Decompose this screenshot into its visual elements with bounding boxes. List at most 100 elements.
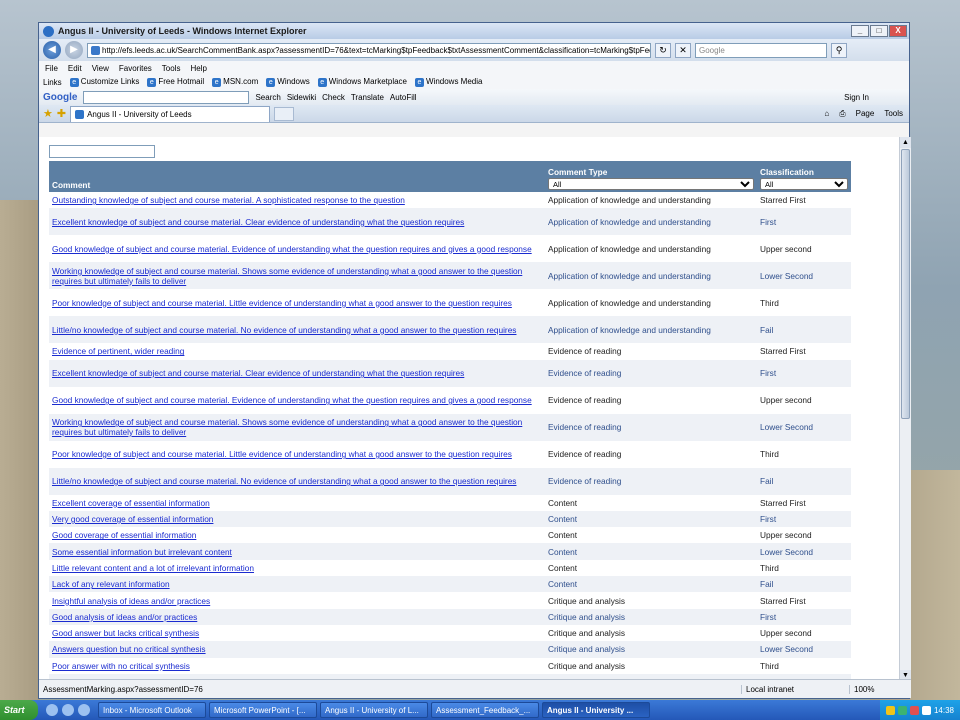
link-windows[interactable]: Windows [266,77,309,87]
comment-link[interactable]: Good knowledge of subject and course mat… [52,244,532,254]
menu-view[interactable]: View [92,64,109,73]
comment-cell: Outstanding knowledge of subject and cou… [49,192,545,209]
scroll-up-arrow[interactable]: ▲ [900,137,911,148]
back-button[interactable]: ◀ [43,41,61,59]
scroll-thumb[interactable] [901,149,910,419]
taskbar-button[interactable]: Microsoft PowerPoint - [... [209,702,317,718]
table-row: Good answer but lacks critical synthesis… [49,624,851,642]
check-button[interactable]: Check [322,93,345,102]
comment-link[interactable]: Insightful analysis of ideas and/or prac… [52,596,210,606]
address-bar[interactable]: http://efs.leeds.ac.uk/SearchCommentBank… [87,42,651,58]
type-header-label: Comment Type [548,167,608,177]
print-icon[interactable]: ⎙ [839,109,845,119]
link-hotmail[interactable]: Free Hotmail [147,77,204,87]
comment-link[interactable]: Poor knowledge of subject and course mat… [52,449,512,459]
home-icon[interactable]: ⌂ [824,109,829,119]
sign-in-button[interactable]: Sign In [844,93,909,102]
ie-quicklaunch-icon[interactable] [46,704,58,716]
taskbar-button[interactable]: Assessment_Feedback_... [431,702,539,718]
comment-link[interactable]: Little/no knowledge of subject and cours… [52,325,516,335]
comment-link[interactable]: Very good coverage of essential informat… [52,514,213,524]
maximize-button[interactable]: □ [870,25,888,37]
comment-link[interactable]: Working knowledge of subject and course … [52,266,522,286]
add-favorites-icon[interactable]: ✚ [57,107,66,120]
comment-link[interactable]: Excellent coverage of essential informat… [52,498,210,508]
search-input[interactable]: Google [695,42,827,58]
media-quicklaunch-icon[interactable] [78,704,90,716]
tray-icon[interactable] [885,705,895,715]
comment-link[interactable]: Good analysis of ideas and/or practices [52,612,197,622]
taskbar-button[interactable]: Angus II - University of L... [320,702,428,718]
comment-type-cell: Content [545,494,757,511]
search-icon[interactable]: ⚲ [831,42,847,58]
menu-tools[interactable]: Tools [162,64,181,73]
type-filter-select[interactable]: All [548,178,754,190]
refresh-button[interactable]: ↻ [655,42,671,58]
stop-button[interactable]: ✕ [675,42,691,58]
comment-link[interactable]: Little relevant content and a lot of irr… [52,563,254,573]
comment-link[interactable]: Good knowledge of subject and course mat… [52,395,532,405]
table-row: Excellent knowledge of subject and cours… [49,208,851,236]
zoom-level[interactable]: 100% [849,684,911,694]
comment-type-cell: Application of knowledge and understandi… [545,235,757,263]
link-customize[interactable]: Customize Links [70,77,140,87]
google-search-input[interactable] [83,90,250,104]
comment-link[interactable]: Good answer but lacks critical synthesis [52,628,199,638]
forward-button[interactable]: ▶ [65,41,83,59]
favorites-star-icon[interactable]: ★ [43,107,53,120]
page-menu[interactable]: Page [856,109,875,119]
comment-link[interactable]: Poor knowledge of subject and course mat… [52,298,512,308]
comment-cell: Working knowledge of subject and course … [49,262,545,290]
comment-type-cell: Application of knowledge and understandi… [545,316,757,344]
comment-link[interactable]: Some essential information but irrelevan… [52,547,232,557]
menu-help[interactable]: Help [190,64,206,73]
outlook-quicklaunch-icon[interactable] [62,704,74,716]
comment-link[interactable]: Excellent knowledge of subject and cours… [52,217,464,227]
classification-filter-select[interactable]: All [760,178,848,190]
translate-button[interactable]: Translate [351,93,384,102]
start-button[interactable]: Start [0,700,38,720]
link-marketplace[interactable]: Windows Marketplace [318,77,407,87]
comment-link[interactable]: Excellent knowledge of subject and cours… [52,368,464,378]
google-search-button[interactable]: Search [255,93,280,102]
autofill-button[interactable]: AutoFill [390,93,417,102]
comment-link[interactable]: Little/no knowledge of subject and cours… [52,476,516,486]
taskbar-button[interactable]: Angus II - University ... [542,702,650,718]
link-windows-media[interactable]: Windows Media [415,77,482,87]
comment-link[interactable]: Evidence of pertinent, wider reading [52,346,184,356]
close-button[interactable]: X [889,25,907,37]
tools-menu[interactable]: Tools [884,109,903,119]
tray-icon[interactable] [897,705,907,715]
comment-link[interactable]: Answers question but no critical synthes… [52,644,206,654]
sidewiki-button[interactable]: Sidewiki [287,93,316,102]
classification-cell: Fail [757,576,851,593]
vertical-scrollbar[interactable]: ▲ ▼ [899,137,911,681]
comment-cell: Little relevant content and a lot of irr… [49,559,545,577]
comment-type-cell: Evidence of reading [545,440,757,468]
comment-cell: Poor knowledge of subject and course mat… [49,289,545,317]
comment-link[interactable]: Working knowledge of subject and course … [52,417,522,437]
comment-filter-input[interactable] [49,145,155,158]
menu-favorites[interactable]: Favorites [119,64,152,73]
menu-file[interactable]: File [45,64,58,73]
tray-icon[interactable] [909,705,919,715]
comment-link[interactable]: Outstanding knowledge of subject and cou… [52,195,405,205]
ie-window: Angus II - University of Leeds - Windows… [38,22,911,699]
comment-link[interactable]: Lack of any relevant information [52,579,170,589]
link-msn[interactable]: MSN.com [212,77,258,87]
taskbar: Start Inbox - Microsoft Outlook Microsoft… [0,700,960,720]
comment-link[interactable]: Good coverage of essential information [52,530,196,540]
minimize-button[interactable]: _ [851,25,869,37]
classification-cell: Starred First [757,192,851,209]
new-tab-button[interactable] [274,106,295,121]
menu-edit[interactable]: Edit [68,64,82,73]
table-row: Little/no knowledge of subject and cours… [49,316,851,344]
tab-active[interactable]: Angus II - University of Leeds [70,105,271,122]
tray-icon[interactable] [921,705,931,715]
column-header-type: Comment Type All [545,161,757,192]
security-zone: Local intranet [741,684,849,694]
comment-link[interactable]: Poor answer with no critical synthesis [52,661,190,671]
table-row: Poor knowledge of subject and course mat… [49,440,851,468]
taskbar-button[interactable]: Inbox - Microsoft Outlook [98,702,206,718]
classification-cell: Third [757,289,851,317]
